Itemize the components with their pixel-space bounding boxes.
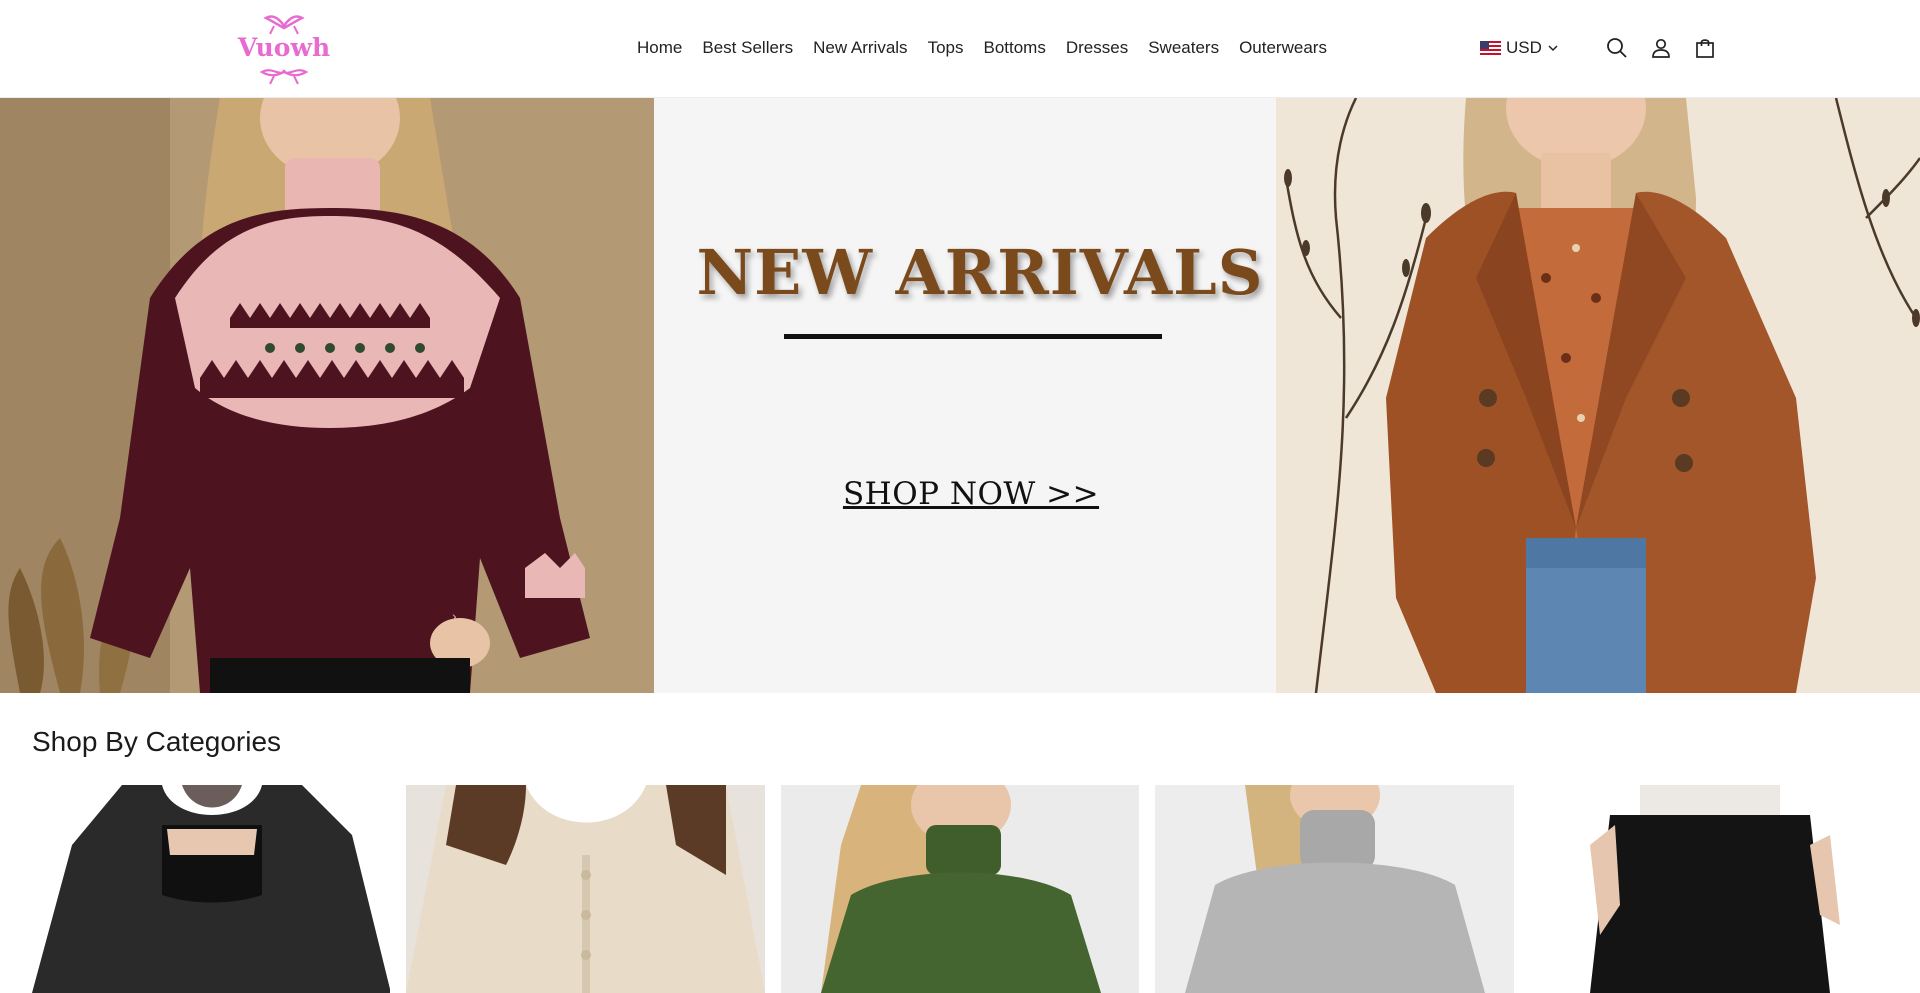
hero-image-blazer xyxy=(1276,98,1920,693)
category-card-grey-sweater[interactable] xyxy=(1155,785,1514,993)
nav-dresses[interactable]: Dresses xyxy=(1056,38,1138,58)
cart-icon xyxy=(1696,39,1714,58)
account-icon xyxy=(1652,38,1670,58)
chevron-down-icon xyxy=(1548,45,1558,52)
category-card-black-top[interactable] xyxy=(32,785,391,993)
sweater-model-illustration xyxy=(0,98,654,693)
currency-selector[interactable]: USD xyxy=(1480,38,1560,58)
account-button[interactable] xyxy=(1648,35,1674,61)
black-top-image xyxy=(32,785,391,993)
hero-image-sweater: › xyxy=(0,98,654,693)
category-grid xyxy=(32,785,1889,993)
header-actions: USD xyxy=(1480,30,1718,66)
hero-divider xyxy=(784,334,1162,339)
slider-next-icon[interactable]: › xyxy=(452,608,457,624)
green-turtleneck-image xyxy=(780,785,1140,993)
site-header: Vuowh Home Best Sellers New Arrivals Top… xyxy=(0,0,1920,98)
black-pants-image xyxy=(1529,785,1889,993)
nav-best-sellers[interactable]: Best Sellers xyxy=(692,38,803,58)
section-title-categories: Shop By Categories xyxy=(32,726,282,757)
nav-bottoms[interactable]: Bottoms xyxy=(973,38,1055,58)
hero-banner[interactable]: › NEW ARRIVALS SHOP NOW >> xyxy=(0,98,1920,693)
shop-now-link[interactable]: SHOP NOW >> xyxy=(654,476,1276,512)
category-card-black-pants[interactable] xyxy=(1529,785,1889,993)
flag-us-icon xyxy=(1480,41,1501,55)
nav-home[interactable]: Home xyxy=(627,38,692,58)
search-button[interactable] xyxy=(1604,35,1630,61)
nav-sweaters[interactable]: Sweaters xyxy=(1138,38,1229,58)
cart-button[interactable] xyxy=(1692,35,1718,61)
nav-tops[interactable]: Tops xyxy=(918,38,974,58)
currency-label: USD xyxy=(1506,38,1542,57)
search-icon xyxy=(1607,38,1627,58)
nav-new-arrivals[interactable]: New Arrivals xyxy=(803,38,917,58)
hero-title: NEW ARRIVALS xyxy=(696,236,1264,309)
cream-cardigan-image xyxy=(406,785,765,993)
nav-outerwears[interactable]: Outerwears xyxy=(1229,38,1337,58)
grey-sweater-image xyxy=(1155,785,1514,993)
hero-text-panel: NEW ARRIVALS SHOP NOW >> xyxy=(654,98,1276,693)
blazer-model-illustration xyxy=(1276,98,1920,693)
category-card-cream-cardigan[interactable] xyxy=(406,785,765,993)
category-card-green-turtleneck[interactable] xyxy=(780,785,1140,993)
